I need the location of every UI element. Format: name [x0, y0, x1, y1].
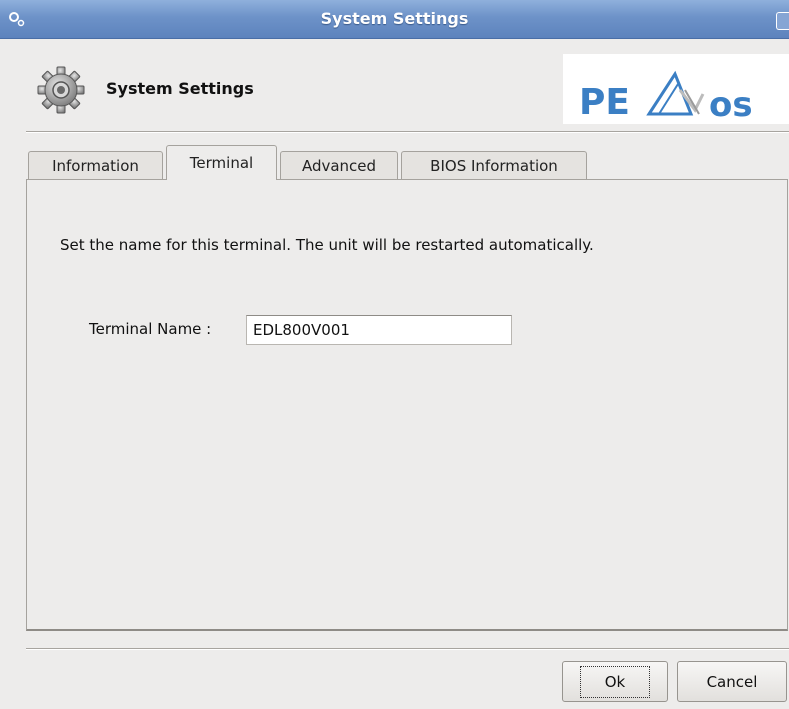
cancel-button-label: Cancel — [706, 672, 758, 691]
terminal-tab-panel: Set the name for this terminal. The unit… — [26, 179, 788, 631]
peakos-logo: PE os — [563, 54, 789, 125]
svg-text:PE: PE — [579, 82, 630, 123]
tab-terminal[interactable]: Terminal — [166, 145, 277, 180]
tab-bios-information[interactable]: BIOS Information — [401, 151, 587, 179]
ok-button-label: Ok — [579, 665, 651, 698]
cancel-button[interactable]: Cancel — [677, 661, 787, 702]
terminal-name-label: Terminal Name : — [89, 320, 212, 338]
close-icon[interactable] — [776, 12, 789, 30]
tab-information[interactable]: Information — [28, 151, 163, 179]
ok-button[interactable]: Ok — [562, 661, 668, 702]
dialog-heading: System Settings — [106, 79, 254, 98]
svg-text:os: os — [709, 85, 753, 124]
window-title: System Settings — [320, 9, 469, 28]
window-titlebar[interactable]: System Settings — [0, 0, 789, 39]
tab-advanced[interactable]: Advanced — [280, 151, 398, 179]
terminal-name-input[interactable] — [246, 315, 512, 345]
terminal-description: Set the name for this terminal. The unit… — [60, 236, 594, 254]
footer-divider — [26, 648, 789, 650]
header-divider — [26, 131, 789, 133]
settings-gear-icon — [37, 66, 85, 114]
peakos-logo-icon: PE os — [579, 70, 753, 125]
